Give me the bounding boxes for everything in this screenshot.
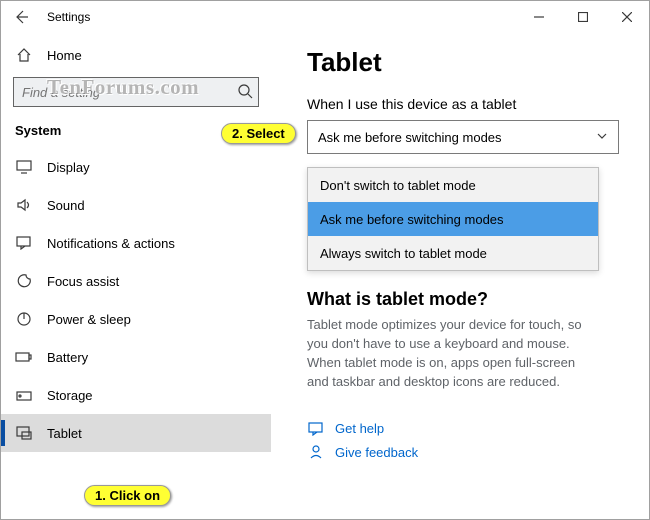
field-label: When I use this device as a tablet	[307, 96, 625, 112]
close-icon	[622, 12, 632, 22]
sidebar-item-display[interactable]: Display	[1, 148, 271, 186]
battery-icon	[15, 351, 33, 363]
sidebar-item-label: Focus assist	[47, 274, 119, 289]
main-content: Tablet When I use this device as a table…	[271, 33, 649, 519]
help-icon	[307, 422, 325, 436]
titlebar: Settings	[1, 1, 649, 33]
window-controls	[517, 1, 649, 33]
maximize-button[interactable]	[561, 1, 605, 33]
sound-icon	[15, 198, 33, 212]
sidebar-item-label: Notifications & actions	[47, 236, 175, 251]
feedback-label: Give feedback	[335, 445, 418, 460]
sidebar-item-label: Battery	[47, 350, 88, 365]
settings-window: Settings Home System Display	[0, 0, 650, 520]
sub-heading: What is tablet mode?	[307, 289, 625, 310]
sidebar-item-label: Sound	[47, 198, 85, 213]
maximize-icon	[578, 12, 588, 22]
chevron-down-icon	[596, 130, 608, 145]
give-feedback-link[interactable]: Give feedback	[307, 444, 625, 460]
storage-icon	[15, 388, 33, 402]
power-icon	[15, 311, 33, 327]
window-title: Settings	[47, 10, 90, 24]
search-field[interactable]	[13, 77, 259, 107]
search-input[interactable]	[13, 77, 259, 107]
sidebar-item-label: Display	[47, 160, 90, 175]
back-arrow-icon	[13, 9, 29, 25]
dropdown-option[interactable]: Always switch to tablet mode	[308, 236, 598, 270]
callout-step2: 2. Select	[221, 123, 296, 144]
feedback-icon	[307, 444, 325, 460]
minimize-button[interactable]	[517, 1, 561, 33]
sidebar: Home System Display Sound Notifications …	[1, 33, 271, 519]
sidebar-item-label: Power & sleep	[47, 312, 131, 327]
sidebar-item-sound[interactable]: Sound	[1, 186, 271, 224]
dropdown-value: Ask me before switching modes	[318, 130, 502, 145]
sidebar-item-home[interactable]: Home	[1, 37, 271, 73]
focus-assist-icon	[15, 273, 33, 289]
get-help-link[interactable]: Get help	[307, 421, 625, 436]
sidebar-item-notifications[interactable]: Notifications & actions	[1, 224, 271, 262]
minimize-icon	[534, 12, 544, 22]
description-text: Tablet mode optimizes your device for to…	[307, 316, 597, 391]
sidebar-item-battery[interactable]: Battery	[1, 338, 271, 376]
close-button[interactable]	[605, 1, 649, 33]
tablet-mode-dropdown[interactable]: Ask me before switching modes	[307, 120, 619, 154]
search-icon	[237, 83, 253, 102]
sidebar-item-label: Storage	[47, 388, 93, 403]
sidebar-item-label: Tablet	[47, 426, 82, 441]
sidebar-item-storage[interactable]: Storage	[1, 376, 271, 414]
notifications-icon	[15, 236, 33, 250]
dropdown-option[interactable]: Ask me before switching modes	[308, 202, 598, 236]
sidebar-item-tablet[interactable]: Tablet	[1, 414, 271, 452]
sidebar-item-power-sleep[interactable]: Power & sleep	[1, 300, 271, 338]
dropdown-option[interactable]: Don't switch to tablet mode	[308, 168, 598, 202]
sidebar-item-focus-assist[interactable]: Focus assist	[1, 262, 271, 300]
tablet-icon	[15, 426, 33, 440]
callout-step1: 1. Click on	[84, 485, 171, 506]
home-label: Home	[47, 48, 82, 63]
dropdown-list: Don't switch to tablet mode Ask me befor…	[307, 167, 599, 271]
display-icon	[15, 160, 33, 174]
back-button[interactable]	[1, 1, 41, 33]
help-label: Get help	[335, 421, 384, 436]
page-title: Tablet	[307, 47, 625, 78]
home-icon	[15, 47, 33, 63]
